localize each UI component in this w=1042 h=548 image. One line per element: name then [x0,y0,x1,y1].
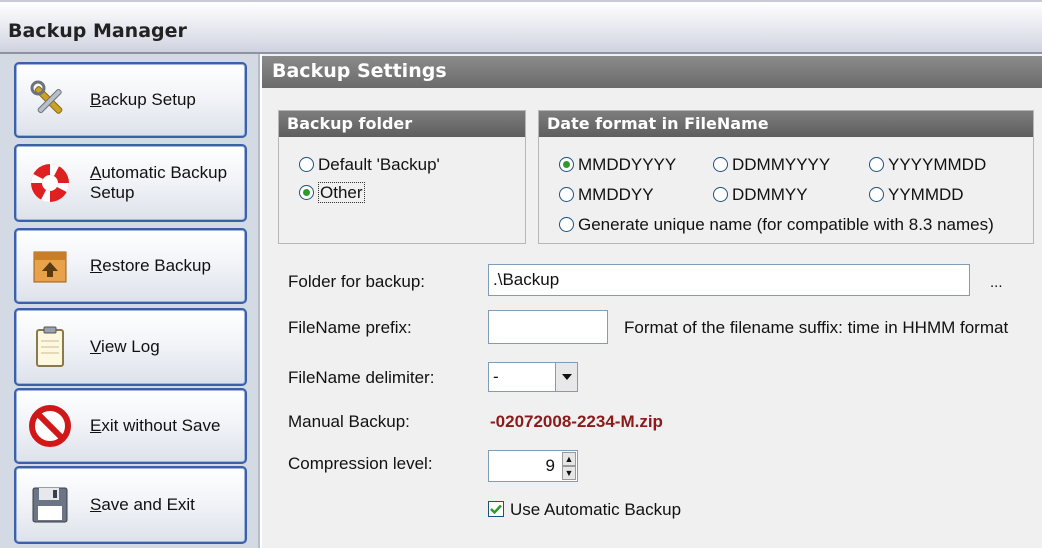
radio-default-backup[interactable]: Default 'Backup' [299,155,440,175]
radio-ddmmyy[interactable]: DDMMYY [713,185,808,205]
radio-circle [713,157,728,172]
radio-circle-selected [559,157,574,172]
compression-spinner[interactable]: 9 ▲ ▼ [488,450,578,482]
compression-value: 9 [545,456,555,475]
radio-ddmmyyyy[interactable]: DDMMYYYY [713,155,830,175]
sidebar-item-accel: B [90,90,102,109]
restore-backup-button[interactable]: Restore Backup [14,228,247,304]
title-bar: Backup Manager [0,0,1042,54]
dropdown-button[interactable] [555,363,577,391]
sidebar: Backup Setup Automatic Backup Setup Resto… [0,54,260,548]
sidebar-item-label: utomatic Backup [101,163,228,182]
prefix-label: FileName prefix: [288,318,412,337]
folder-label: Folder for backup: [288,272,426,291]
automatic-backup-setup-button[interactable]: Automatic Backup Setup [14,144,247,222]
checkmark-icon [490,504,502,515]
compression-label: Compression level: [288,454,433,473]
no-entry-icon [29,405,71,447]
sidebar-item-accel: E [90,416,102,435]
use-automatic-backup-checkbox[interactable]: Use Automatic Backup [488,500,681,520]
window-title: Backup Manager [8,20,187,42]
sidebar-item-accel: R [90,256,103,275]
exit-without-save-button[interactable]: Exit without Save [14,388,247,464]
radio-circle [869,187,884,202]
date-format-group: Date format in FileName MMDDYYYY DDMMYYY… [538,110,1034,244]
clipboard-icon [36,326,64,367]
spinner-buttons[interactable]: ▲ ▼ [562,452,576,480]
sidebar-item-label: iew Log [101,337,160,356]
settings-title: Backup Settings [272,60,447,82]
radio-circle-selected [299,185,314,200]
tools-icon [30,80,63,114]
date-format-header: Date format in FileName [539,111,1033,137]
radio-circle [869,157,884,172]
chevron-down-icon [562,374,572,380]
delimiter-label: FileName delimiter: [288,368,435,387]
radio-unique-name[interactable]: Generate unique name (for compatible wit… [559,215,994,235]
radio-circle [299,157,314,172]
prefix-input[interactable] [488,310,608,344]
spinner-down-icon[interactable]: ▼ [562,466,576,480]
manual-backup-filename: -02072008-2234-M.zip [490,412,663,431]
sidebar-item-accel: A [90,163,102,182]
radio-circle [559,217,574,232]
sidebar-item-label-line2: Setup [90,183,135,202]
view-log-button[interactable]: View Log [14,308,247,386]
box-restore-icon [33,251,67,283]
backup-setup-button[interactable]: Backup Setup [14,62,247,138]
sidebar-item-label: ackup Setup [101,90,196,109]
suffix-format-note: Format of the filename suffix: time in H… [624,318,1009,337]
radio-yyyymmdd[interactable]: YYYYMMDD [869,155,986,175]
floppy-disk-icon [32,487,68,523]
radio-yymmdd[interactable]: YYMMDD [869,185,964,205]
delimiter-select[interactable]: - [488,362,578,392]
lifebuoy-icon [31,164,69,202]
settings-panel: Backup Settings Backup folder Default 'B… [262,54,1042,548]
browse-button[interactable]: ... [990,274,1003,291]
radio-other[interactable]: Other [299,182,365,203]
manual-backup-label: Manual Backup: [288,412,410,431]
save-and-exit-button[interactable]: Save and Exit [14,466,247,544]
sidebar-item-accel: V [90,337,102,356]
auto-backup-label: Use Automatic Backup [510,500,682,519]
sidebar-item-label: estore Backup [102,256,211,275]
backup-folder-header: Backup folder [279,111,525,137]
delimiter-value: - [493,367,499,386]
radio-circle [559,187,574,202]
settings-header: Backup Settings [262,56,1042,88]
sidebar-item-label: xit without Save [101,416,221,435]
radio-mmddyy[interactable]: MMDDYY [559,185,654,205]
checkbox-box [488,501,504,517]
radio-mmddyyyy[interactable]: MMDDYYYY [559,155,676,175]
radio-circle [713,187,728,202]
sidebar-item-label: ave and Exit [101,495,195,514]
sidebar-item-accel: S [90,495,102,514]
backup-folder-group: Backup folder Default 'Backup' Other [278,110,526,244]
folder-input[interactable]: .\Backup [488,264,970,296]
